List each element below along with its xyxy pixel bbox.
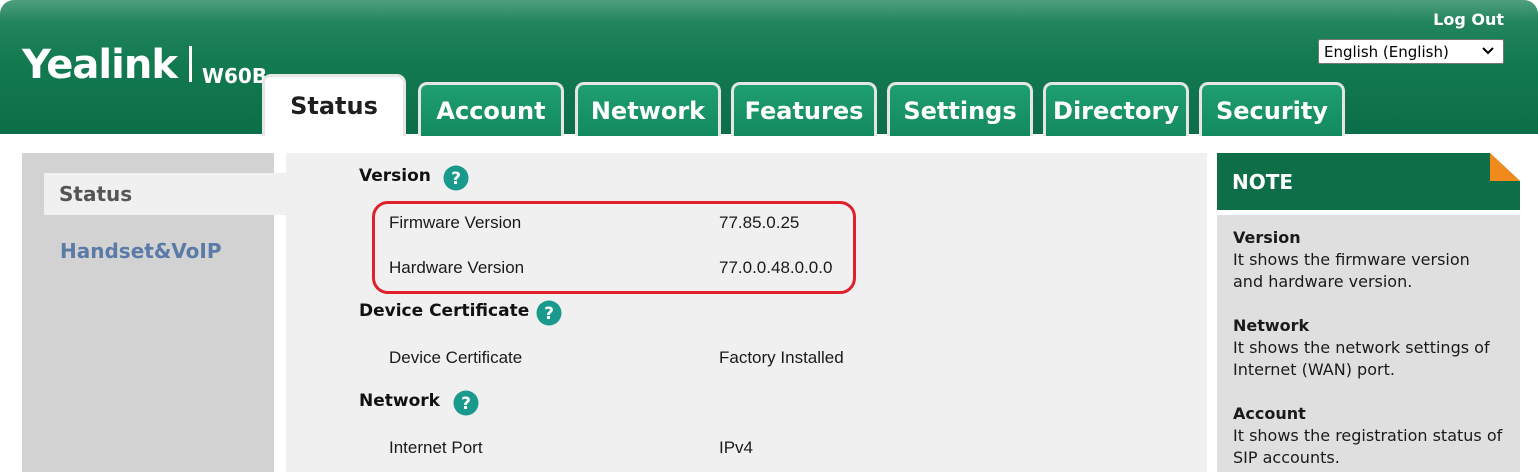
note-line: It shows the firmware version: [1233, 250, 1470, 269]
firmware-version-value: 77.85.0.25: [719, 213, 800, 232]
hardware-version-value: 77.0.0.48.0.0.0: [719, 258, 833, 277]
tab-features[interactable]: Features: [731, 82, 877, 136]
tab-settings-label: Settings: [903, 96, 1017, 125]
help-icon[interactable]: ?: [536, 300, 562, 326]
note-body: Version It shows the firmware version an…: [1217, 215, 1520, 472]
chevron-down-icon: [1482, 47, 1494, 55]
header-gloss: [0, 0, 1538, 22]
help-icon[interactable]: ?: [443, 165, 469, 191]
tab-account[interactable]: Account: [418, 82, 564, 136]
language-select-value: English (English): [1324, 42, 1449, 61]
tab-directory-label: Directory: [1053, 96, 1179, 125]
note-block-title: Version: [1233, 228, 1301, 247]
tab-features-label: Features: [744, 96, 864, 125]
tab-network-label: Network: [590, 96, 706, 125]
sidebar: Status Handset&VoIP: [22, 153, 294, 472]
status-content: Version ? Firmware Version 77.85.0.25 Ha…: [286, 153, 1207, 472]
note-header: NOTE: [1217, 153, 1520, 210]
tab-network[interactable]: Network: [575, 82, 721, 136]
svg-text:?: ?: [544, 304, 554, 324]
tab-account-label: Account: [436, 96, 546, 125]
folded-corner-icon: [1490, 153, 1520, 181]
note-panel: NOTE Version It shows the firmware versi…: [1217, 153, 1520, 472]
note-block-account: Account It shows the registration status…: [1233, 403, 1510, 469]
device-certificate-label: Device Certificate: [389, 348, 523, 367]
firmware-version-label: Firmware Version: [389, 213, 522, 232]
section-title-network: Network: [359, 391, 440, 411]
sidebar-item-status-label: Status: [59, 182, 133, 206]
tab-settings[interactable]: Settings: [887, 82, 1033, 136]
note-title: NOTE: [1232, 170, 1294, 194]
note-block-title: Network: [1233, 316, 1310, 335]
sidebar-item-handset-voip[interactable]: Handset&VoIP: [60, 239, 221, 263]
note-block-title: Account: [1233, 404, 1306, 423]
note-line: It shows the registration status of: [1233, 426, 1503, 445]
tab-security-label: Security: [1215, 96, 1329, 125]
brand-logo: Yealink W60B: [22, 42, 267, 88]
brand-separator: [188, 46, 192, 82]
internet-port-label: Internet Port: [389, 438, 483, 457]
sidebar-active-connector: [274, 173, 286, 215]
help-icon[interactable]: ?: [453, 390, 479, 416]
note-line: and hardware version.: [1233, 272, 1413, 291]
tab-status-label: Status: [290, 92, 378, 120]
note-line: SIP accounts.: [1233, 448, 1340, 467]
note-line: Internet (WAN) port.: [1233, 360, 1395, 379]
logout-link[interactable]: Log Out: [1433, 10, 1504, 29]
section-title-version: Version: [359, 166, 431, 186]
tab-status[interactable]: Status: [262, 74, 406, 136]
section-title-device-certificate: Device Certificate: [359, 301, 530, 321]
brand-model: W60B: [201, 64, 268, 88]
brand-name: Yealink: [22, 42, 178, 88]
note-block-version: Version It shows the firmware version an…: [1233, 227, 1510, 293]
device-certificate-value: Factory Installed: [719, 348, 844, 367]
tab-security[interactable]: Security: [1199, 82, 1345, 136]
note-line: It shows the network settings of: [1233, 338, 1490, 357]
svg-text:?: ?: [451, 169, 461, 189]
svg-text:?: ?: [461, 394, 471, 414]
hardware-version-label: Hardware Version: [389, 258, 525, 277]
sidebar-item-status[interactable]: Status: [44, 173, 294, 215]
language-select[interactable]: English (English): [1318, 39, 1504, 64]
note-block-network: Network It shows the network settings of…: [1233, 315, 1510, 381]
tab-directory[interactable]: Directory: [1043, 82, 1189, 136]
internet-port-value: IPv4: [719, 438, 754, 457]
